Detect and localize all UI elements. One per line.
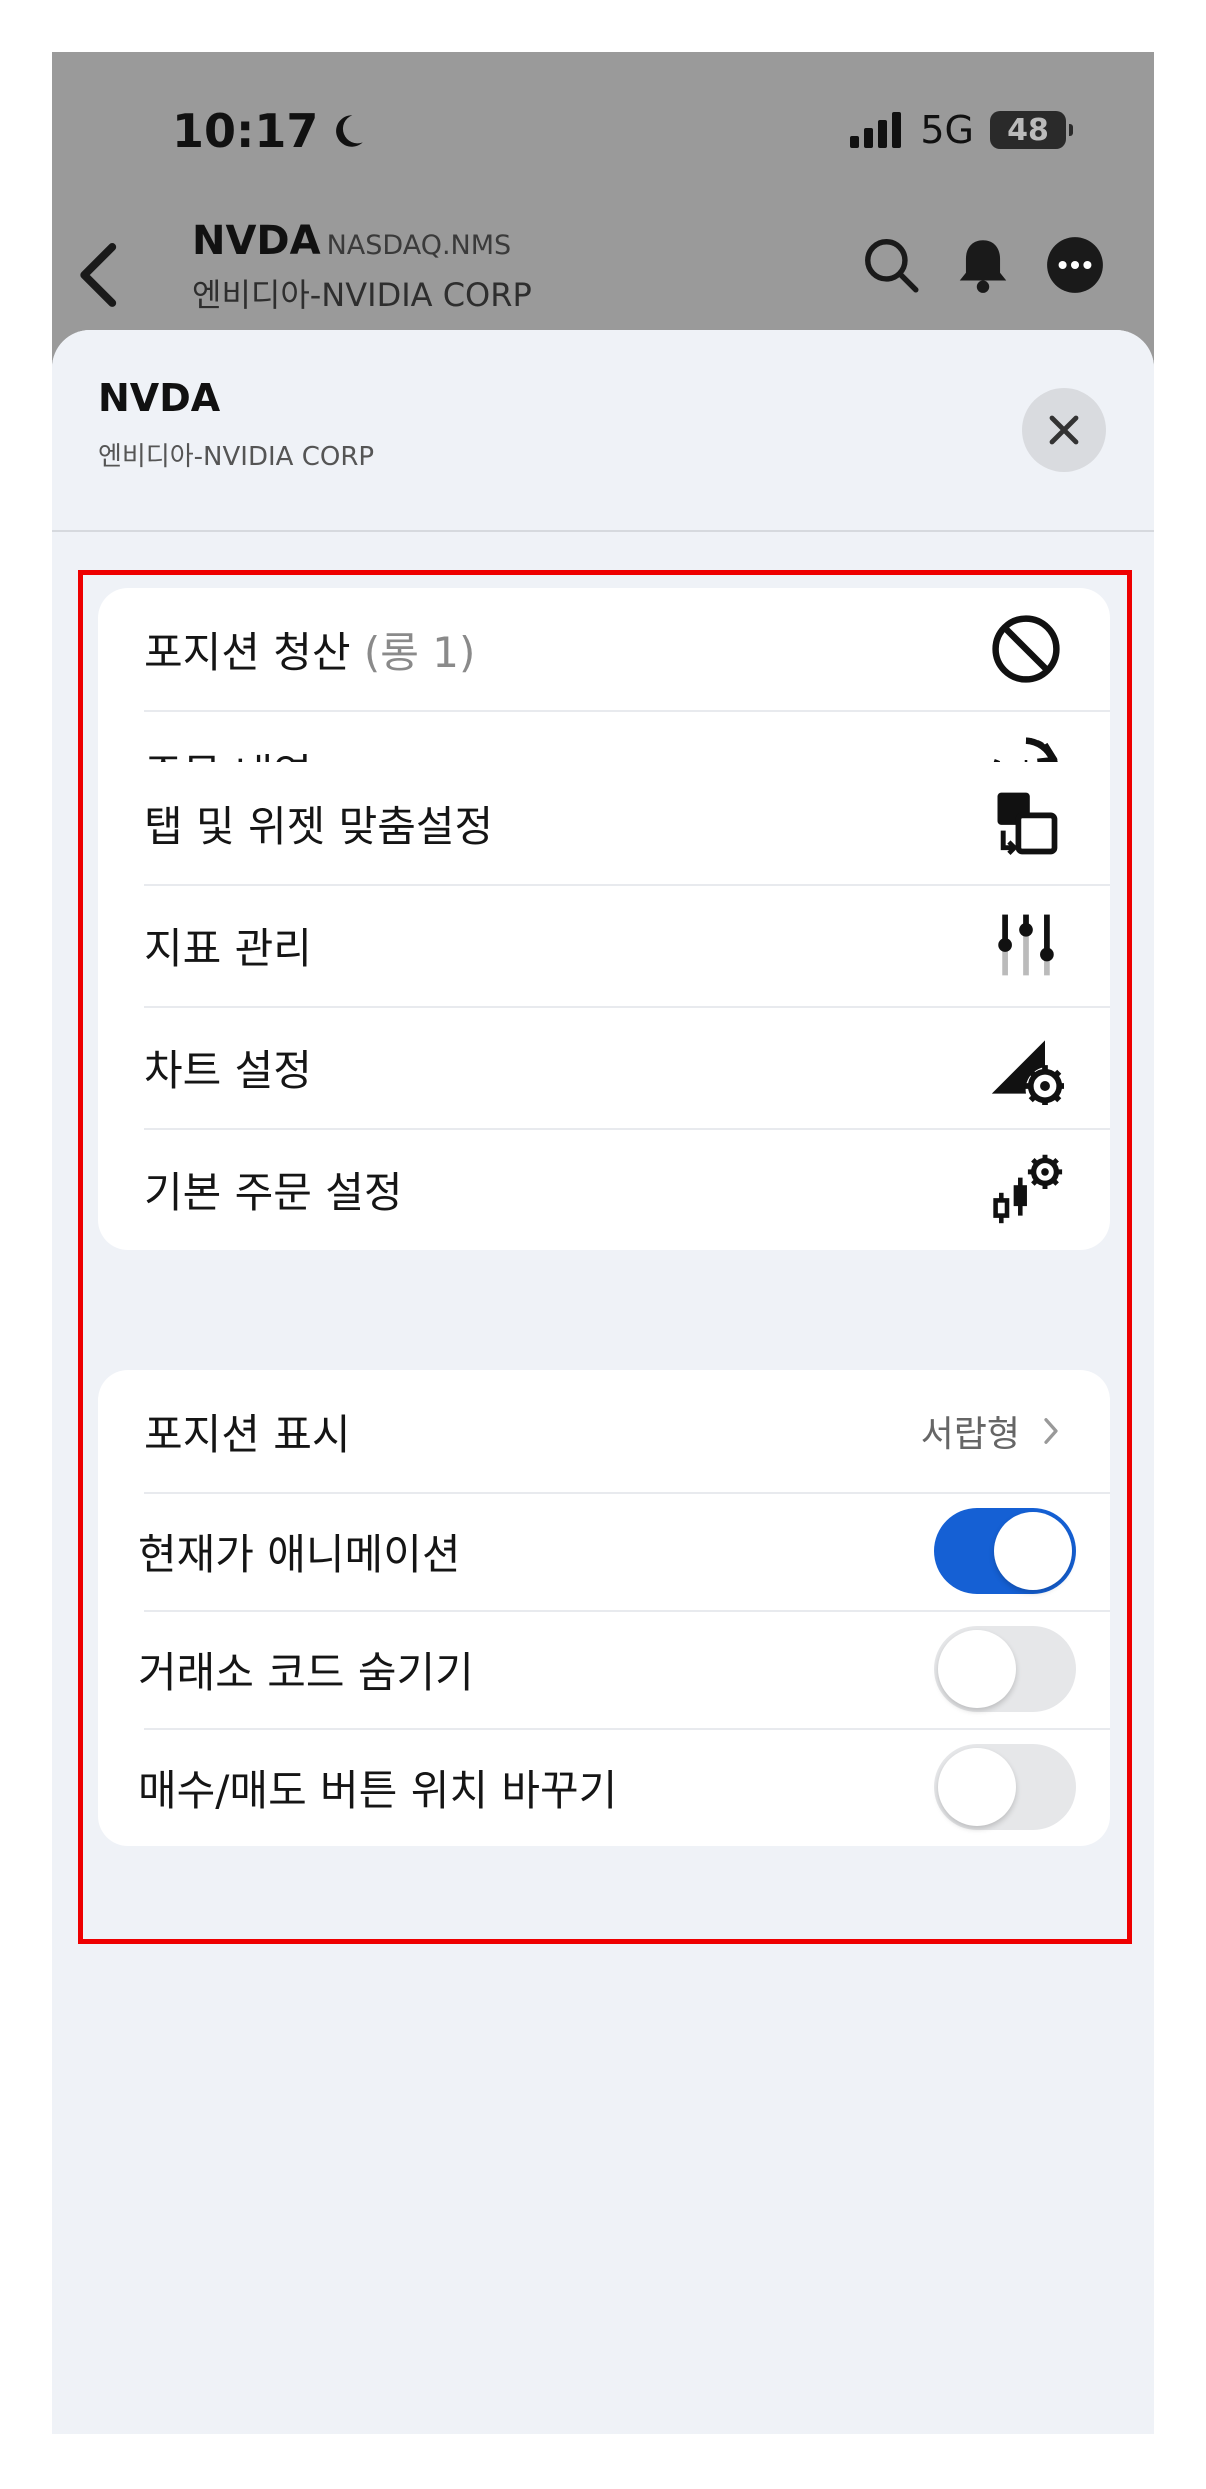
hide-exchange-code-label: 거래소 코드 숨기기 [138, 1647, 474, 1697]
header-exchange: NASDAQ.NMS [326, 230, 512, 261]
back-arrow-icon[interactable] [70, 240, 130, 310]
sliders-icon [998, 914, 1054, 976]
bell-icon[interactable] [952, 234, 1014, 296]
tab-widget-customize-item[interactable]: 탭 및 위젯 맞춤설정 [98, 762, 1110, 884]
toggle-knob [938, 1630, 1016, 1708]
hide-exchange-code-item: 거래소 코드 숨기기 [98, 1610, 1110, 1728]
close-button[interactable] [1022, 388, 1106, 472]
hide-exchange-code-toggle[interactable] [934, 1626, 1076, 1712]
close-icon [1049, 415, 1079, 445]
prohibit-icon [992, 615, 1060, 683]
header-symbol: NVDA [192, 218, 321, 264]
settings-sheet: NVDA 엔비디아-NVIDIA CORP 포지션 청산 (롱 1) 주문 내역 [52, 330, 1154, 2434]
price-animation-label: 현재가 애니메이션 [138, 1529, 461, 1579]
phone-screen: 10:17 5G 48 NVDA NASDAQ.NMS 엔비디아-NVIDIA C… [52, 52, 1154, 2434]
network-type: 5G [920, 108, 974, 152]
card-display: 포지션 표시 서랍형 현재가 애니메이션 거래소 코드 숨기기 매수/매도 버튼… [98, 1370, 1110, 1846]
close-position-count: (롱 1) [363, 627, 476, 677]
close-position-item[interactable]: 포지션 청산 (롱 1) [98, 588, 1110, 710]
tab-widget-customize-label: 탭 및 위젯 맞춤설정 [144, 801, 494, 851]
position-display-value: 서랍형 [920, 1414, 1020, 1455]
default-order-settings-item[interactable]: 기본 주문 설정 [98, 1128, 1110, 1250]
price-animation-item: 현재가 애니메이션 [98, 1492, 1110, 1610]
swap-buy-sell-item: 매수/매도 버튼 위치 바꾸기 [98, 1728, 1110, 1846]
app-header: NVDA NASDAQ.NMS 엔비디아-NVIDIA CORP [52, 212, 1154, 332]
swap-buy-sell-toggle[interactable] [934, 1744, 1076, 1830]
position-display-label: 포지션 표시 [144, 1409, 351, 1459]
toggle-knob [938, 1748, 1016, 1826]
chart-gear-icon [991, 1040, 1064, 1105]
battery-icon: 48 [990, 111, 1073, 149]
sheet-symbol: NVDA [98, 376, 221, 420]
chart-settings-label: 차트 설정 [144, 1045, 312, 1095]
sheet-company-name: 엔비디아-NVIDIA CORP [98, 442, 375, 472]
sheet-header: NVDA 엔비디아-NVIDIA CORP [52, 330, 1154, 532]
price-animation-toggle[interactable] [934, 1508, 1076, 1594]
widget-swap-icon [997, 792, 1058, 856]
card-customize: 탭 및 위젯 맞춤설정 지표 관리 차트 설정 기본 주문 설정 [98, 762, 1110, 1250]
search-icon[interactable] [860, 234, 922, 296]
chevron-right-icon [1044, 1418, 1058, 1444]
header-company-name: 엔비디아-NVIDIA CORP [192, 276, 532, 314]
toggle-knob [994, 1512, 1072, 1590]
default-order-settings-label: 기본 주문 설정 [144, 1167, 403, 1217]
indicator-manage-item[interactable]: 지표 관리 [98, 884, 1110, 1006]
swap-buy-sell-label: 매수/매도 버튼 위치 바꾸기 [138, 1765, 618, 1815]
signal-icon [850, 112, 902, 148]
header-title: NVDA NASDAQ.NMS 엔비디아-NVIDIA CORP [192, 218, 532, 316]
status-bar: 10:17 5G 48 [52, 52, 1154, 202]
position-display-item[interactable]: 포지션 표시 서랍형 [98, 1370, 1110, 1492]
header-actions [860, 234, 1106, 296]
close-position-label: 포지션 청산 [144, 627, 351, 677]
candles-gear-icon [993, 1154, 1063, 1224]
chart-settings-item[interactable]: 차트 설정 [98, 1006, 1110, 1128]
more-icon[interactable] [1044, 234, 1106, 296]
status-indicators: 5G 48 [850, 108, 1073, 152]
status-time: 10:17 [172, 104, 368, 158]
moon-icon [336, 115, 364, 147]
indicator-manage-label: 지표 관리 [144, 923, 312, 973]
